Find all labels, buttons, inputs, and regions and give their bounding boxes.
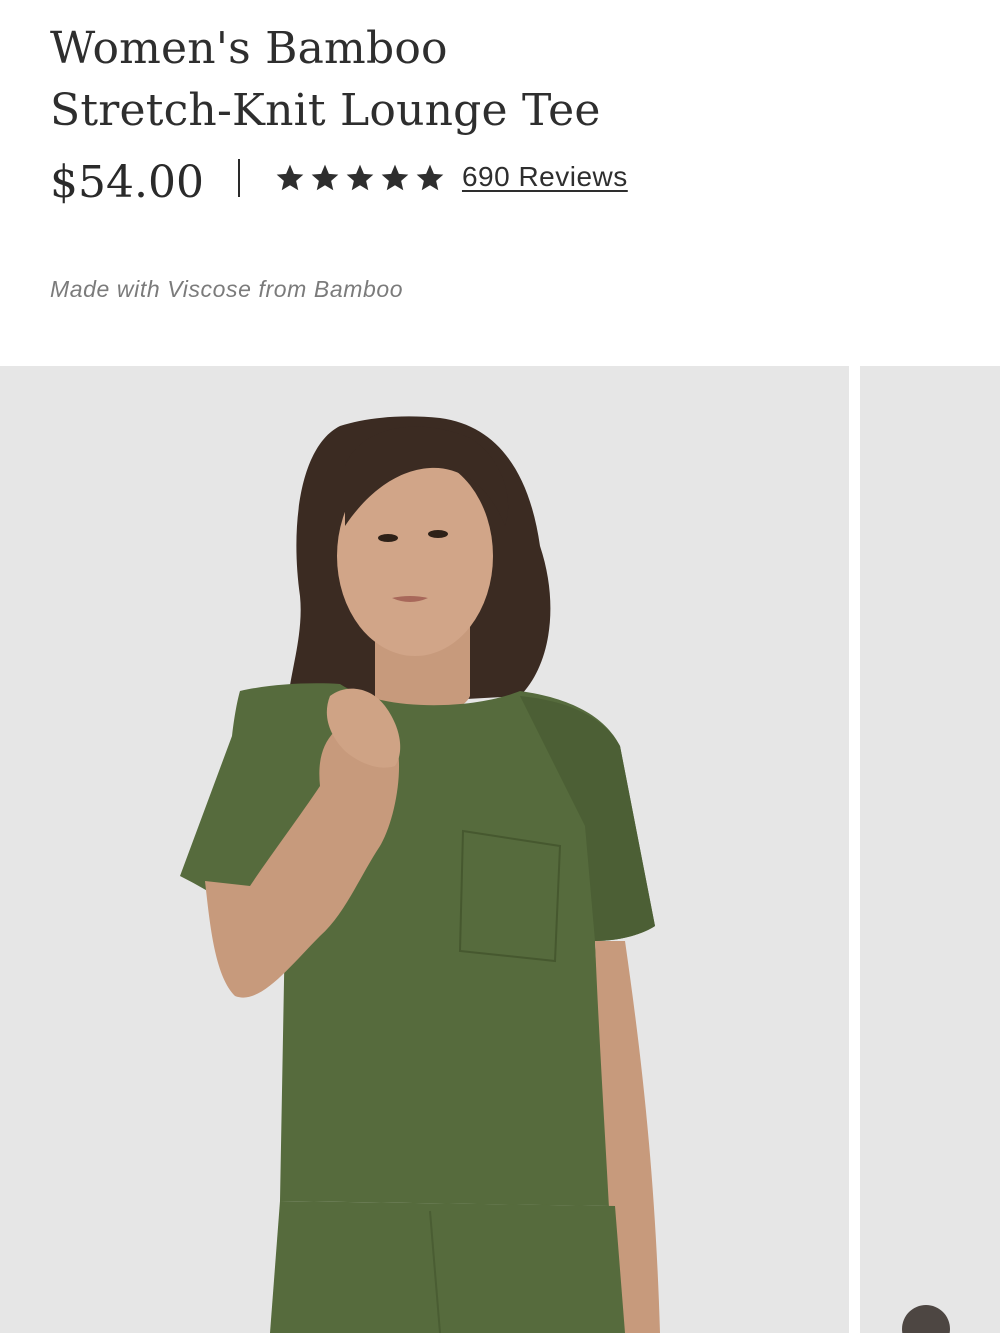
star-icon: [311, 164, 339, 191]
product-price: $54.00: [50, 156, 204, 208]
product-image-main[interactable]: [0, 366, 849, 1333]
product-title-line-2: Stretch-Knit Lounge Tee: [50, 85, 601, 136]
product-photo: [0, 366, 849, 1333]
star-icon: [346, 164, 374, 191]
product-title: Women's Bamboo Stretch-Knit Lounge Tee: [50, 18, 750, 142]
product-image-next[interactable]: [860, 366, 1000, 1333]
price-divider: [237, 159, 240, 197]
product-image-gallery[interactable]: [0, 366, 1000, 1333]
reviews-link[interactable]: 690 Reviews: [462, 161, 628, 193]
rating-stars[interactable]: [274, 162, 446, 194]
product-tagline: Made with Viscose from Bamboo: [50, 276, 404, 302]
star-icon: [276, 164, 304, 191]
next-arrow-icon[interactable]: [902, 1305, 950, 1333]
star-icon: [416, 164, 444, 191]
star-icon: [381, 164, 409, 191]
product-title-line-1: Women's Bamboo: [50, 23, 448, 74]
price-rating-row: $54.00 690 Reviews: [50, 150, 628, 214]
